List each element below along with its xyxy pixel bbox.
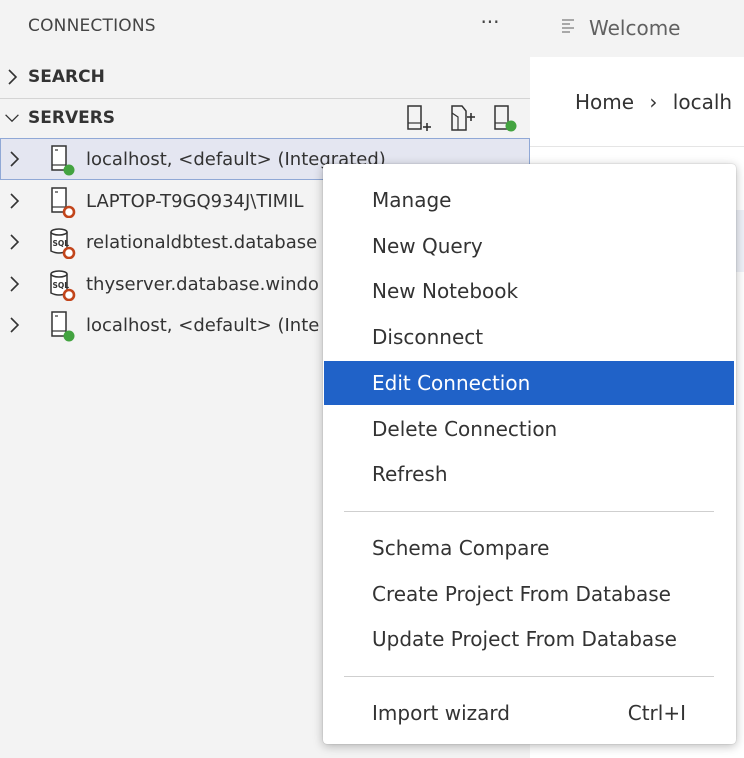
menu-item-new-query[interactable]: New Query [324,224,734,268]
svg-text:SQL: SQL [53,281,70,290]
tab-bar: Welcome [530,0,744,57]
server-label: localhost, <default> (Inte [86,315,320,336]
servers-section-header[interactable]: SERVERS [0,99,530,139]
chevron-right-icon [8,69,18,85]
sql-database-icon: SQL [50,228,76,259]
menu-item-manage[interactable]: Manage [324,178,734,222]
server-label: thyserver.database.windo [86,273,319,295]
chevron-right-icon[interactable] [6,149,22,169]
server-icon [51,145,75,176]
menu-item-label: Import wizard [372,701,510,725]
server-label: relationaldbtest.database [86,232,318,253]
breadcrumb-current[interactable]: localh [673,90,732,114]
menu-item-schema-compare[interactable]: Schema Compare [324,526,734,570]
sql-database-icon: SQL [50,269,76,301]
servers-section-label: SERVERS [28,108,116,128]
context-menu: Manage New Query New Notebook Disconnect Edi… [323,164,736,744]
tab-welcome-label: Welcome [589,16,681,40]
new-connection-icon[interactable] [404,103,432,133]
server-icon [51,311,75,342]
more-actions-button[interactable]: ··· [474,8,506,40]
menu-item-label: Delete Connection [372,417,558,441]
search-section-label: SEARCH [28,67,105,87]
menu-item-new-notebook[interactable]: New Notebook [324,269,734,313]
menu-item-update-project-from-database[interactable]: Update Project From Database [324,617,734,661]
menu-separator [344,676,714,677]
connections-title: CONNECTIONS [28,16,156,36]
menu-item-edit-connection[interactable]: Edit Connection [324,361,734,405]
menu-item-import-wizard[interactable]: Import wizard Ctrl+I [324,691,734,735]
chevron-right-icon[interactable] [6,232,22,252]
menu-separator [344,511,714,512]
connections-header: CONNECTIONS ··· [0,0,530,55]
menu-item-label: New Notebook [372,279,519,303]
server-icon [51,186,76,218]
chevron-right-icon[interactable] [6,191,22,211]
menu-item-label: Update Project From Database [372,627,677,651]
active-connections-icon[interactable] [492,103,520,133]
menu-item-delete-connection[interactable]: Delete Connection [324,407,734,451]
editor-divider [530,146,744,147]
menu-item-shortcut: Ctrl+I [627,701,686,725]
svg-text:SQL: SQL [53,239,70,248]
breadcrumb: Home › localh [575,90,732,114]
menu-item-label: Manage [372,188,452,212]
breadcrumb-separator-icon: › [649,90,658,114]
menu-item-create-project-from-database[interactable]: Create Project From Database [324,572,734,616]
search-section-header[interactable]: SEARCH [0,58,530,99]
menu-item-label: Disconnect [372,325,484,349]
document-lines-icon [562,19,574,33]
chevron-right-icon[interactable] [6,274,22,294]
menu-item-label: Refresh [372,462,448,486]
breadcrumb-home[interactable]: Home [575,90,634,114]
menu-item-label: Edit Connection [372,371,531,395]
menu-item-refresh[interactable]: Refresh [324,452,734,496]
menu-item-disconnect[interactable]: Disconnect [324,315,734,359]
menu-item-label: New Query [372,234,483,258]
chevron-right-icon[interactable] [6,315,22,335]
new-server-group-icon[interactable] [448,103,476,133]
menu-item-label: Schema Compare [372,536,550,560]
chevron-down-icon [5,114,19,123]
menu-item-label: Create Project From Database [372,582,671,606]
server-label: LAPTOP-T9GQ934J\TIMIL [86,190,304,212]
